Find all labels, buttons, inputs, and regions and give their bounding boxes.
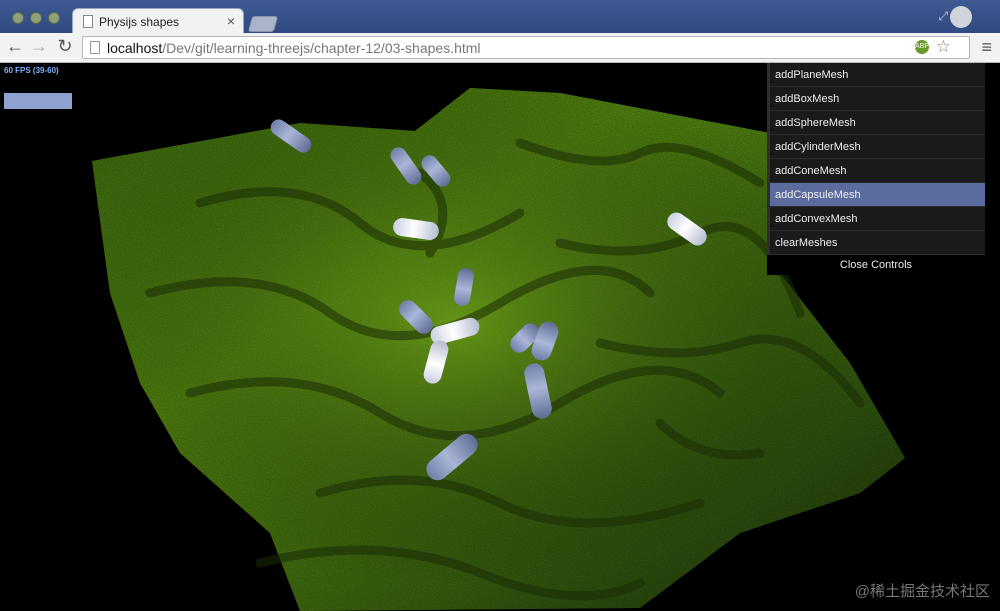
window-buttons <box>12 12 60 24</box>
page-icon <box>90 41 100 54</box>
controls-panel: addPlaneMesh addBoxMesh addSphereMesh ad… <box>767 63 985 275</box>
fps-counter: 60 FPS (39-60) <box>4 66 59 75</box>
watermark: @稀土掘金技术社区 <box>854 583 990 600</box>
address-bar[interactable]: localhost/Dev/git/learning-threejs/chapt… <box>82 36 970 59</box>
browser-tab[interactable]: Physijs shapes × <box>72 8 244 34</box>
control-add-box-mesh[interactable]: addBoxMesh <box>767 87 985 111</box>
stats-panel[interactable]: 60 FPS (39-60) <box>4 66 72 110</box>
adblock-extension-icon[interactable]: ABP <box>915 40 929 54</box>
profile-avatar-icon[interactable] <box>950 6 972 28</box>
bookmark-star-icon[interactable]: ☆ <box>936 37 951 57</box>
control-add-plane-mesh[interactable]: addPlaneMesh <box>767 63 985 87</box>
tab-title: Physijs shapes <box>99 15 180 29</box>
browser-toolbar: ← → ↻ localhost/Dev/git/learning-threejs… <box>0 33 1000 63</box>
forward-button[interactable]: → <box>28 36 50 57</box>
close-tab-icon[interactable]: × <box>227 13 235 29</box>
control-clear-meshes[interactable]: clearMeshes <box>767 231 985 255</box>
tab-strip: Physijs shapes × ⤢ <box>0 0 1000 34</box>
zoom-window-button[interactable] <box>48 12 60 24</box>
control-add-cylinder-mesh[interactable]: addCylinderMesh <box>767 135 985 159</box>
control-add-capsule-mesh[interactable]: addCapsuleMesh <box>767 183 985 207</box>
minimize-window-button[interactable] <box>30 12 42 24</box>
control-add-cone-mesh[interactable]: addConeMesh <box>767 159 985 183</box>
back-button[interactable]: ← <box>4 36 26 57</box>
control-add-convex-mesh[interactable]: addConvexMesh <box>767 207 985 231</box>
close-controls-button[interactable]: Close Controls <box>767 255 985 275</box>
control-add-sphere-mesh[interactable]: addSphereMesh <box>767 111 985 135</box>
reload-button[interactable]: ↻ <box>54 36 76 57</box>
url-text: localhost/Dev/git/learning-threejs/chapt… <box>107 40 481 56</box>
chrome-menu-icon[interactable]: ≡ <box>981 37 992 58</box>
close-window-button[interactable] <box>12 12 24 24</box>
new-tab-button[interactable] <box>247 16 279 32</box>
document-icon <box>83 15 93 28</box>
fullscreen-icon[interactable]: ⤢ <box>938 9 948 24</box>
fps-graph <box>4 93 72 109</box>
